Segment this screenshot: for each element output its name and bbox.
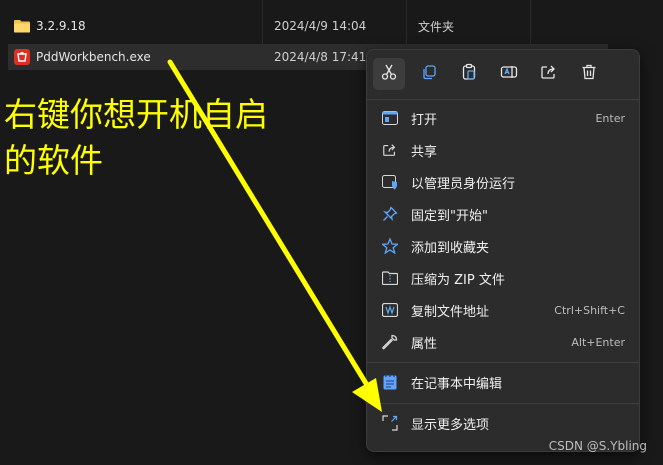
watermark: CSDN @S.Ybling [548, 439, 647, 453]
annotation-arrow [167, 59, 382, 412]
